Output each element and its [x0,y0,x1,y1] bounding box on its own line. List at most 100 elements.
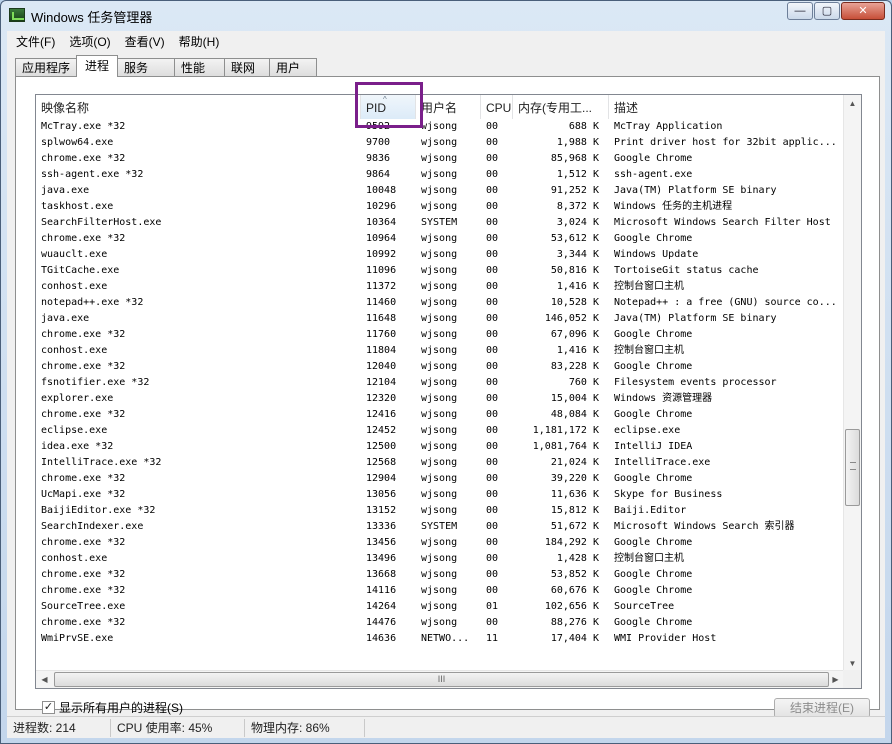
horizontal-scrollbar[interactable]: ◀ III ▶ [36,670,844,688]
minimize-button[interactable]: — [787,2,813,20]
cell-description: Filesystem events processor [614,377,777,388]
cell-image-name: UcMapi.exe *32 [41,489,126,500]
table-row[interactable]: java.exe 10048 wjsong 00 91,252 K Java(TM) Pl… [36,183,844,199]
cell-image-name: conhost.exe [41,281,108,292]
cell-pid: 9700 [366,137,391,148]
table-row[interactable]: chrome.exe *32 12040 wjsong 00 83,228 K Googl… [36,359,844,375]
scroll-left-icon[interactable]: ◀ [36,671,53,688]
table-row[interactable]: chrome.exe *32 13456 wjsong 00 184,292 K Goog… [36,535,844,551]
table-row[interactable]: TGitCache.exe 11096 wjsong 00 50,816 K Tortoi… [36,263,844,279]
table-row[interactable]: BaijiEditor.exe *32 13152 wjsong 00 15,812 K… [36,503,844,519]
vertical-scrollbar[interactable]: ▲ ▼ [843,95,861,672]
table-row[interactable]: wuauclt.exe 10992 wjsong 00 3,344 K Windows U… [36,247,844,263]
cell-pid: 12452 [366,425,397,436]
table-row[interactable]: chrome.exe *32 14116 wjsong 00 60,676 K Googl… [36,583,844,599]
menu-file[interactable]: 文件(F) [9,33,62,50]
table-row[interactable]: SearchIndexer.exe 13336 SYSTEM 00 51,672 K Mi… [36,519,844,535]
table-row[interactable]: ssh-agent.exe *32 9864 wjsong 00 1,512 K ssh-… [36,167,844,183]
cell-image-name: fsnotifier.exe *32 [41,377,150,388]
table-row[interactable]: chrome.exe *32 13668 wjsong 00 53,852 K Googl… [36,567,844,583]
table-row[interactable]: chrome.exe *32 9836 wjsong 00 85,968 K Google… [36,151,844,167]
table-row[interactable]: chrome.exe *32 12904 wjsong 00 39,220 K Googl… [36,471,844,487]
column-image-name[interactable]: 映像名称 [36,95,361,119]
column-cpu[interactable]: CPU [481,95,513,119]
cell-image-name: explorer.exe [41,393,114,404]
cell-cpu: 00 [486,169,499,180]
cell-cpu: 00 [486,553,499,564]
table-row[interactable]: UcMapi.exe *32 13056 wjsong 00 11,636 K Skype… [36,487,844,503]
status-process-count: 进程数: 214 [7,718,111,737]
tab-users[interactable]: 用户 [269,58,318,77]
menu-options[interactable]: 选项(O) [62,33,117,50]
table-row[interactable]: WmiPrvSE.exe 14636 NETWO... 11 17,404 K WMI P… [36,631,844,647]
table-row[interactable]: notepad++.exe *32 11460 wjsong 00 10,528 K No… [36,295,844,311]
cell-image-name: eclipse.exe [41,425,108,436]
table-row[interactable]: IntelliTrace.exe *32 12568 wjsong 00 21,024 … [36,455,844,471]
column-memory[interactable]: 内存(专用工... [513,95,609,119]
menu-view[interactable]: 查看(V) [118,33,172,50]
vertical-scroll-thumb[interactable] [845,429,860,506]
cell-pid: 12104 [366,377,397,388]
tab-applications[interactable]: 应用程序 [15,58,78,77]
tab-processes[interactable]: 进程 [76,55,119,77]
table-row[interactable]: eclipse.exe 12452 wjsong 00 1,181,172 K eclip… [36,423,844,439]
tab-networking[interactable]: 联网 [224,58,271,77]
cell-user-name: SYSTEM [421,217,458,228]
table-row[interactable]: java.exe 11648 wjsong 00 146,052 K Java(TM) P… [36,311,844,327]
end-process-button[interactable]: 结束进程(E) [774,698,870,718]
table-row[interactable]: explorer.exe 12320 wjsong 00 15,004 K Windows… [36,391,844,407]
close-button[interactable]: ✕ [841,2,885,20]
cell-memory: 17,404 K [550,633,599,644]
show-all-users-checkbox[interactable]: ✓ [42,701,55,714]
cell-pid: 12320 [366,393,397,404]
cell-image-name: chrome.exe *32 [41,153,126,164]
column-user-name[interactable]: 用户名 [416,95,481,119]
show-all-users-option[interactable]: ✓ 显示所有用户的进程(S) [42,699,183,716]
cell-memory: 83,228 K [550,361,599,372]
tab-performance[interactable]: 性能 [174,58,226,77]
table-row[interactable]: taskhost.exe 10296 wjsong 00 8,372 K Windows … [36,199,844,215]
table-row[interactable]: chrome.exe *32 12416 wjsong 00 48,084 K Googl… [36,407,844,423]
table-row[interactable]: splwow64.exe 9700 wjsong 00 1,988 K Print dri… [36,135,844,151]
cell-description: WMI Provider Host [614,633,717,644]
cell-memory: 21,024 K [550,457,599,468]
table-row[interactable]: fsnotifier.exe *32 12104 wjsong 00 760 K File… [36,375,844,391]
table-row[interactable]: idea.exe *32 12500 wjsong 00 1,081,764 K Inte… [36,439,844,455]
menu-help[interactable]: 帮助(H) [172,33,227,50]
cell-user-name: wjsong [421,153,458,164]
cell-image-name: chrome.exe *32 [41,617,126,628]
cell-user-name: wjsong [421,457,458,468]
cell-cpu: 00 [486,329,499,340]
cell-description: 控制台窗口主机 [614,345,684,356]
table-row[interactable]: chrome.exe *32 11760 wjsong 00 67,096 K Googl… [36,327,844,343]
cell-description: Java(TM) Platform SE binary [614,185,777,196]
column-description[interactable]: 描述 [609,95,844,119]
cell-description: Google Chrome [614,537,693,548]
horizontal-scroll-thumb[interactable]: III [54,672,829,687]
table-row[interactable]: McTray.exe *32 9592 wjsong 00 688 K McTray Ap… [36,119,844,135]
table-row[interactable]: conhost.exe 11804 wjsong 00 1,416 K 控制台窗口主机 [36,343,844,359]
tab-services[interactable]: 服务 [117,58,176,77]
client-area: 应用程序 进程 服务 性能 联网 用户 映像名称 ^ PID 用户名 CPU 内… [7,51,885,718]
title-bar[interactable]: Windows 任务管理器 — ▢ ✕ [1,1,891,31]
table-row[interactable]: SourceTree.exe 14264 wjsong 01 102,656 K Sour… [36,599,844,615]
cell-description: Google Chrome [614,585,693,596]
table-row[interactable]: chrome.exe *32 14476 wjsong 00 88,276 K Googl… [36,615,844,631]
cell-cpu: 01 [486,601,499,612]
cell-description: Google Chrome [614,569,693,580]
scroll-right-icon[interactable]: ▶ [827,671,844,688]
cell-user-name: wjsong [421,329,458,340]
maximize-button[interactable]: ▢ [814,2,840,20]
table-row[interactable]: conhost.exe 13496 wjsong 00 1,428 K 控制台窗口主机 [36,551,844,567]
tab-strip: 应用程序 进程 服务 性能 联网 用户 [15,55,318,77]
table-row[interactable]: SearchFilterHost.exe 10364 SYSTEM 00 3,024 K… [36,215,844,231]
cell-image-name: TGitCache.exe [41,265,120,276]
table-row[interactable]: chrome.exe *32 10964 wjsong 00 53,612 K Googl… [36,231,844,247]
table-row[interactable]: conhost.exe 11372 wjsong 00 1,416 K 控制台窗口主机 [36,279,844,295]
cell-user-name: wjsong [421,393,458,404]
cell-user-name: wjsong [421,585,458,596]
cell-description: 控制台窗口主机 [614,281,684,292]
process-list[interactable]: 映像名称 ^ PID 用户名 CPU 内存(专用工... 描述 McTray.e… [35,94,862,689]
cell-user-name: wjsong [421,377,458,388]
scroll-up-icon[interactable]: ▲ [844,95,861,112]
